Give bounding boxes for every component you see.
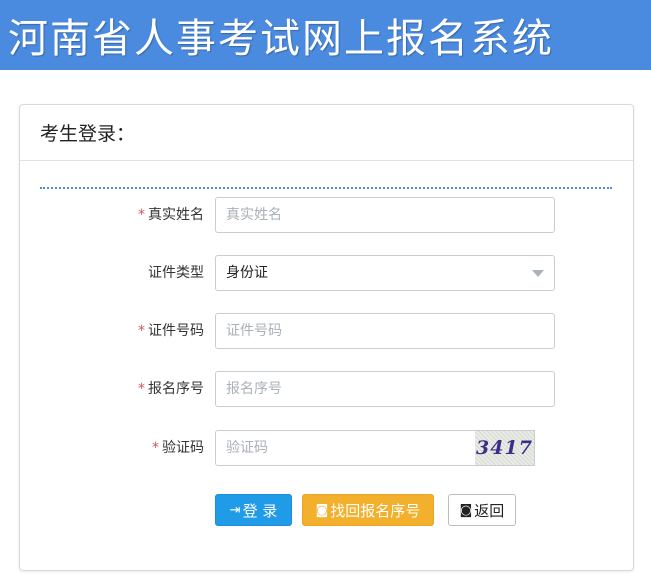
- id-number-label: * 证件号码: [138, 323, 204, 339]
- back-button[interactable]: ◙ 返回: [448, 494, 516, 526]
- binoculars-icon: ◙: [315, 502, 329, 518]
- reg-number-input[interactable]: [215, 371, 555, 407]
- id-number-row: * 证件号码: [20, 313, 633, 349]
- captcha-image[interactable]: 3417: [475, 430, 535, 466]
- find-reg-number-button[interactable]: ◙ 找回报名序号: [302, 494, 434, 526]
- binoculars-icon: ◙: [459, 502, 473, 518]
- reg-number-label: * 报名序号: [138, 381, 204, 397]
- required-mark: *: [138, 381, 145, 397]
- captcha-row: *验证码 3417: [20, 430, 633, 466]
- id-number-input[interactable]: [215, 313, 555, 349]
- captcha-input[interactable]: [215, 430, 477, 466]
- required-mark: *: [152, 440, 159, 456]
- real-name-row: * 真实姓名: [20, 197, 633, 233]
- real-name-input[interactable]: [215, 197, 555, 233]
- action-buttons: ⇥ 登 录 ◙ 找回报名序号 ◙ 返回: [20, 494, 633, 526]
- divider: [40, 187, 612, 189]
- id-type-selected-value: 身份证: [226, 265, 268, 281]
- id-type-select[interactable]: 身份证: [215, 255, 555, 291]
- reg-number-row: * 报名序号: [20, 371, 633, 407]
- real-name-label: * 真实姓名: [138, 207, 204, 223]
- id-type-row: 证件类型 身份证: [20, 255, 633, 291]
- chevron-down-icon: [532, 270, 544, 277]
- header-banner: 河南省人事考试网上报名系统: [0, 0, 651, 70]
- required-mark: *: [138, 207, 145, 223]
- site-title: 河南省人事考试网上报名系统: [8, 16, 554, 62]
- id-type-label: 证件类型: [148, 265, 204, 281]
- panel-title: 考生登录：: [20, 105, 633, 161]
- captcha-label: * 验证码: [152, 440, 204, 456]
- login-panel: 考生登录： *真实姓名 证件类型 身份证 *证件号码 *报名序号 *验证码 34…: [19, 104, 634, 571]
- sign-in-icon: ⇥: [229, 502, 241, 518]
- required-mark: *: [138, 323, 145, 339]
- login-button[interactable]: ⇥ 登 录: [215, 494, 292, 526]
